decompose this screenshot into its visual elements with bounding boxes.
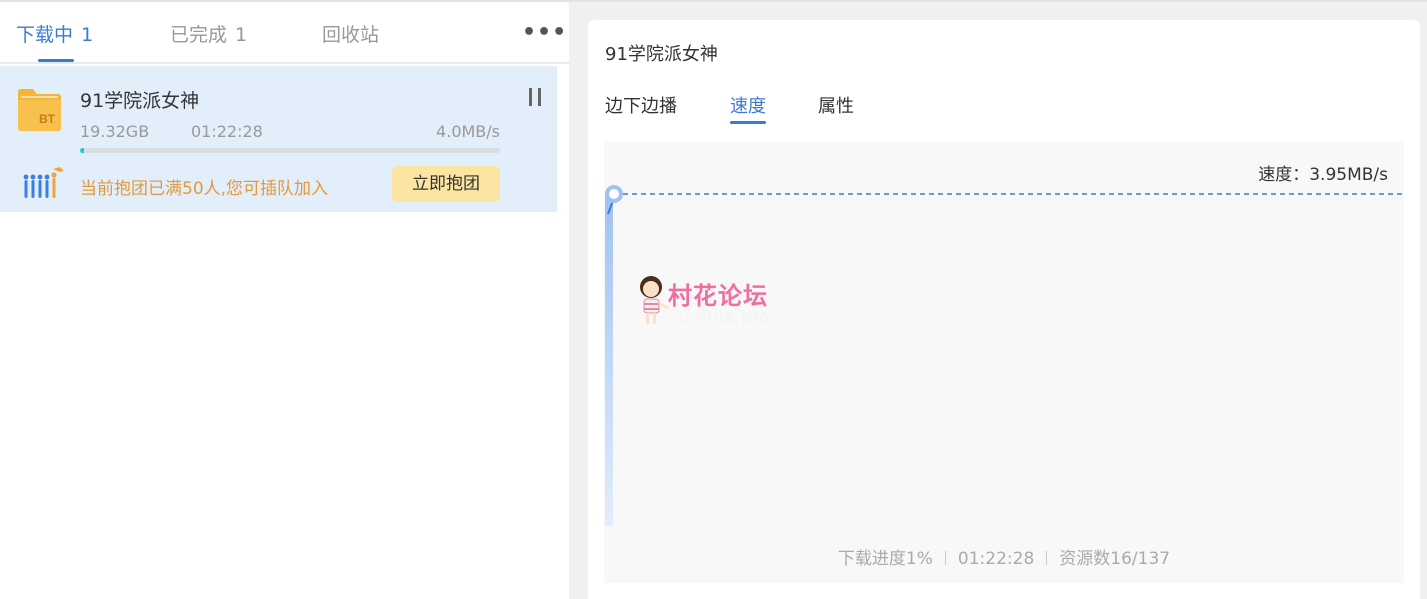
task-size: 19.32GB [80, 122, 150, 141]
tab-completed[interactable]: 已完成 1 [170, 20, 247, 47]
task-remaining-time: 01:22:28 [191, 122, 263, 141]
tab-recycle-bin[interactable]: 回收站 [322, 20, 379, 47]
watermark: 村花论坛 cunhua.pro [636, 272, 806, 332]
bt-badge-label: BT [39, 112, 56, 126]
task-progress-bar [80, 148, 500, 153]
pause-icon[interactable] [527, 88, 543, 108]
speed-chart-svg [605, 185, 1404, 526]
tab-downloading-label: 下载中 [16, 24, 74, 46]
footer-separator [1046, 551, 1048, 565]
speed-area [605, 194, 613, 526]
more-menu-icon[interactable]: ••• [522, 20, 567, 45]
current-speed-label: 速度：3.95MB/s [1258, 165, 1388, 185]
current-speed-point [605, 185, 623, 203]
task-name: 91学院派女神 [80, 90, 200, 112]
tab-stream-play[interactable]: 边下边播 [605, 92, 677, 118]
tab-downloading-count: 1 [81, 24, 94, 46]
tab-properties[interactable]: 属性 [818, 92, 854, 118]
download-task-row[interactable]: BT 91学院派女神 19.32GB 01:22:28 4.0MB/s 当前抱团… [0, 66, 557, 212]
footer-separator [944, 551, 946, 565]
tab-recycle-bin-label: 回收站 [322, 24, 380, 46]
task-progress-fill [80, 148, 85, 153]
speed-chart: 速度：3.95MB/s 村花论坛 cunhua.pro 下载进度1% 01:22:… [604, 142, 1404, 583]
tab-downloading[interactable]: 下载中 1 [16, 20, 93, 47]
download-progress-text: 下载进度1% [837, 549, 933, 569]
download-list-panel: 下载中 1 已完成 1 回收站 ••• BT 91学院派女神 19.32GB 01:… [0, 2, 569, 599]
group-buy-notice: 当前抱团已满50人,您可插队加入 [80, 179, 329, 199]
active-detail-tab-indicator [730, 121, 766, 124]
detail-title: 91学院派女神 [605, 44, 718, 65]
active-tab-indicator [38, 59, 74, 62]
bt-folder-icon: BT [18, 89, 61, 131]
tab-completed-label: 已完成 [170, 24, 228, 46]
speed-chart-footer: 下载进度1% 01:22:28 资源数16/137 [604, 544, 1404, 569]
join-group-button[interactable]: 立即抱团 [392, 166, 500, 202]
remaining-time-text: 01:22:28 [957, 549, 1035, 569]
group-people-icon [23, 167, 64, 198]
task-speed: 4.0MB/s [436, 122, 500, 141]
download-tabs: 下载中 1 已完成 1 回收站 ••• [0, 2, 569, 64]
watermark-subtitle: cunhua.pro [670, 308, 771, 327]
tab-speed[interactable]: 速度 [730, 92, 766, 118]
watermark-girl-icon [640, 276, 669, 324]
task-detail-panel: 91学院派女神 边下边播 速度 属性 速度：3.95MB/s 村花论坛 cunh… [588, 20, 1420, 599]
source-count-text: 资源数16/137 [1059, 549, 1171, 569]
tab-completed-count: 1 [235, 24, 248, 46]
watermark-title: 村花论坛 [668, 282, 768, 310]
